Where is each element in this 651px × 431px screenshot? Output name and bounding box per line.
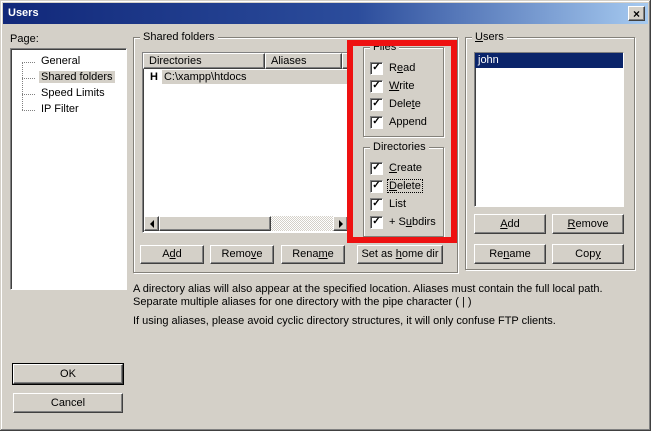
copy-user-button[interactable]: Copy (552, 244, 624, 264)
page-item-speed-limits[interactable]: Speed Limits (11, 86, 126, 102)
directories-group-label: Directories (370, 141, 429, 154)
copy-user-button-label: Copy (575, 245, 601, 263)
remove-user-button-label: Remove (568, 215, 609, 233)
column-header-filler (342, 53, 349, 69)
checkbox-box: ✓ (370, 62, 383, 75)
rename-user-button-label: Rename (489, 245, 531, 263)
rename-directory-button[interactable]: Rename (281, 245, 345, 264)
ok-button[interactable]: OK (13, 364, 123, 384)
check-icon: ✓ (372, 63, 380, 73)
add-user-button-label: Add (500, 215, 520, 233)
close-button[interactable]: × (628, 6, 645, 21)
add-directory-button[interactable]: Add (140, 245, 204, 264)
check-icon: ✓ (372, 217, 380, 227)
checkbox-label: Delete (388, 180, 422, 192)
user-item-john[interactable]: john (475, 53, 623, 68)
check-icon: ✓ (372, 117, 380, 127)
add-user-button[interactable]: Add (474, 214, 546, 234)
directories-table: Directories Aliases H C:\xampp\htdocs (142, 52, 350, 233)
titlebar[interactable]: Users × (3, 3, 648, 24)
ok-button-label: OK (60, 365, 76, 383)
page-item-ip-filter[interactable]: IP Filter (11, 102, 126, 118)
cancel-button-label: Cancel (51, 394, 85, 412)
files-group-label: Files (370, 41, 399, 54)
users-dialog: Users × Page: General Shared folders Spe… (0, 0, 651, 431)
check-icon: ✓ (372, 81, 380, 91)
page-label: Page: (10, 33, 39, 45)
scroll-right-button[interactable] (333, 216, 348, 231)
directories-permissions-group: Directories ✓ Create ✓ Delete ✓ List ✓ +… (363, 147, 444, 237)
checkbox-box: ✓ (370, 116, 383, 129)
remove-directory-button[interactable]: Remove (210, 245, 274, 264)
scrollbar-thumb[interactable] (159, 216, 271, 231)
directory-path: C:\xampp\htdocs (162, 70, 348, 84)
remove-directory-button-label: Remove (222, 246, 263, 263)
checkbox-box: ✓ (370, 162, 383, 175)
remove-user-button[interactable]: Remove (552, 214, 624, 234)
scroll-left-button[interactable] (144, 216, 159, 231)
page-list: General Shared folders Speed Limits IP F… (10, 48, 127, 290)
column-header-aliases[interactable]: Aliases (265, 53, 342, 69)
checkbox-label: List (388, 198, 407, 210)
checkbox-dirs-subdirs[interactable]: ✓ + Subdirs (370, 215, 437, 229)
users-list: john (474, 52, 624, 207)
checkbox-box: ✓ (370, 216, 383, 229)
users-group-label: Users (472, 31, 507, 44)
home-marker: H (150, 71, 158, 83)
cancel-button[interactable]: Cancel (13, 393, 123, 413)
alias-info-text: A directory alias will also appear at th… (133, 283, 638, 328)
checkbox-dirs-delete[interactable]: ✓ Delete (370, 179, 422, 193)
scroll-left-icon (146, 220, 154, 228)
checkbox-box: ✓ (370, 80, 383, 93)
rename-user-button[interactable]: Rename (474, 244, 546, 264)
checkbox-files-read[interactable]: ✓ Read (370, 61, 416, 75)
add-directory-button-label: Add (162, 246, 182, 263)
scrollbar-track[interactable] (271, 216, 333, 231)
checkbox-box: ✓ (370, 198, 383, 211)
shared-folders-group-label: Shared folders (140, 31, 218, 44)
page-item-general[interactable]: General (11, 54, 126, 70)
checkbox-dirs-list[interactable]: ✓ List (370, 197, 407, 211)
directory-row[interactable]: H C:\xampp\htdocs (143, 69, 349, 85)
checkbox-label: Append (388, 116, 428, 128)
files-permissions-group: Files ✓ Read ✓ Write ✓ Delete ✓ Append (363, 47, 444, 137)
checkbox-label: Write (388, 80, 415, 92)
checkbox-box: ✓ (370, 98, 383, 111)
check-icon: ✓ (372, 99, 380, 109)
checkbox-files-write[interactable]: ✓ Write (370, 79, 415, 93)
check-icon: ✓ (372, 163, 380, 173)
horizontal-scrollbar[interactable] (144, 216, 348, 231)
check-icon: ✓ (372, 181, 380, 191)
checkbox-files-append[interactable]: ✓ Append (370, 115, 428, 129)
alias-info-paragraph-1: A directory alias will also appear at th… (133, 283, 638, 309)
page-item-shared-folders[interactable]: Shared folders (11, 70, 126, 86)
checkbox-label: Create (388, 162, 423, 174)
checkbox-box: ✓ (370, 180, 383, 193)
window-title: Users (3, 3, 39, 24)
set-as-home-dir-button[interactable]: Set as home dir (357, 245, 443, 264)
column-header-directories[interactable]: Directories (143, 53, 265, 69)
close-icon: × (633, 8, 640, 20)
set-as-home-dir-button-label: Set as home dir (361, 246, 438, 263)
rename-directory-button-label: Rename (292, 246, 334, 263)
checkbox-files-delete[interactable]: ✓ Delete (370, 97, 422, 111)
checkbox-label: + Subdirs (388, 216, 437, 228)
check-icon: ✓ (372, 199, 380, 209)
checkbox-label: Read (388, 62, 416, 74)
alias-info-paragraph-2: If using aliases, please avoid cyclic di… (133, 315, 638, 328)
table-header: Directories Aliases (143, 53, 349, 69)
checkbox-dirs-create[interactable]: ✓ Create (370, 161, 423, 175)
scroll-right-icon (339, 220, 347, 228)
checkbox-label: Delete (388, 98, 422, 110)
